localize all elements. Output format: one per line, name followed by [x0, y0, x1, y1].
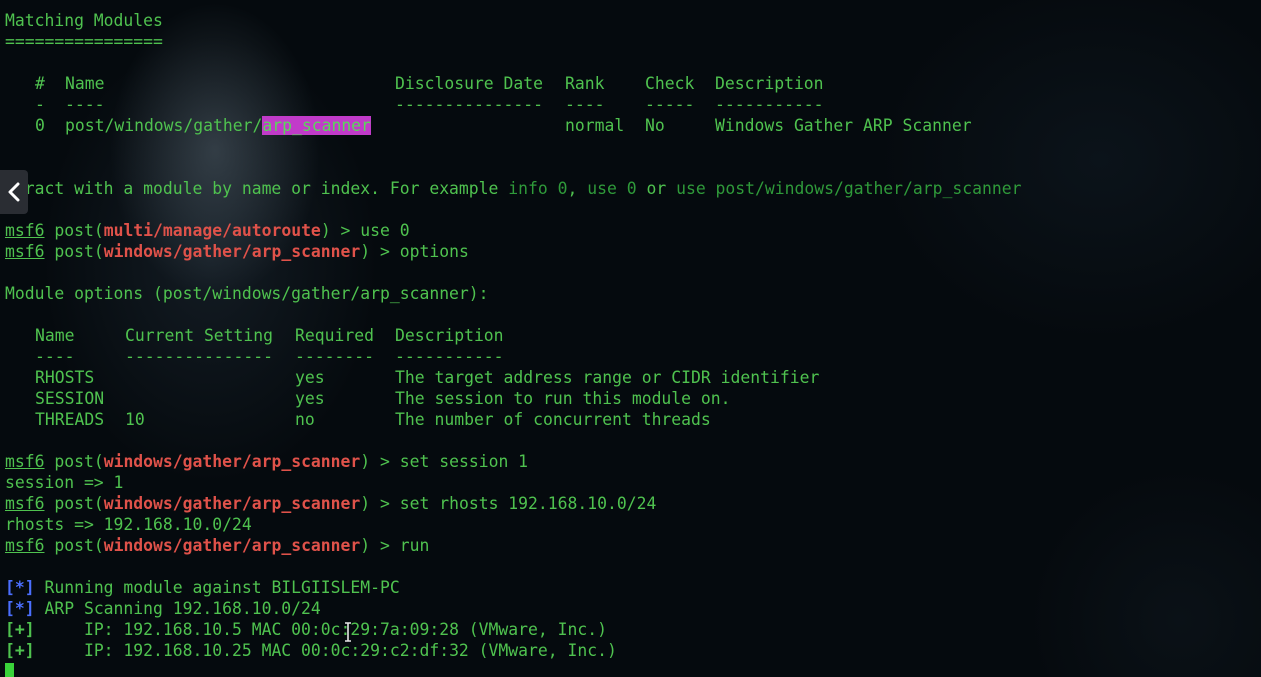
- modules-table-header: # Name Disclosure Date Rank Check Descri…: [35, 74, 824, 93]
- options-title: Module options (post/windows/gather/arp_…: [5, 284, 489, 303]
- output-line: [*] Running module against BILGIISLEM-PC: [5, 578, 400, 597]
- title-underline: ================: [5, 32, 163, 51]
- prompt-line: msf6 post(windows/gather/arp_scanner) > …: [5, 536, 430, 555]
- text-cursor-icon: [345, 622, 351, 642]
- command-result: session => 1: [5, 473, 124, 492]
- search-match-highlight: arp_scanner: [262, 116, 371, 135]
- command-result: rhosts => 192.168.10.0/24: [5, 515, 252, 534]
- table-row: RHOSTS yes The target address range or C…: [35, 368, 820, 387]
- modules-table-dashes: - ---- --------------- ---- ----- ------…: [35, 95, 824, 114]
- table-row: 0 post/windows/gather/arp_scanner normal…: [35, 116, 972, 135]
- prompt-line: msf6 post(windows/gather/arp_scanner) > …: [5, 452, 529, 471]
- module-name-prefix: post/windows/gather/: [65, 116, 263, 135]
- options-table-header: Name Current Setting Required Descriptio…: [35, 326, 504, 345]
- terminal-cursor: [5, 663, 14, 677]
- prompt-line: msf6 post(windows/gather/arp_scanner) > …: [5, 494, 657, 513]
- table-row: SESSION yes The session to run this modu…: [35, 389, 731, 408]
- output-line: [*] ARP Scanning 192.168.10.0/24: [5, 599, 321, 618]
- chevron-left-icon: [8, 182, 20, 202]
- prompt-line: msf6 post(multi/manage/autoroute) > use …: [5, 221, 410, 240]
- table-row: THREADS 10 no The number of concurrent t…: [35, 410, 711, 429]
- back-button[interactable]: [0, 170, 28, 214]
- output-line: [+] IP: 192.168.10.25 MAC 00:0c:29:c2:df…: [5, 641, 617, 660]
- output-line: [+] IP: 192.168.10.5 MAC 00:0c:29:7a:09:…: [5, 620, 607, 639]
- info-tag: [*]: [5, 599, 35, 618]
- interaction-hint: teract with a module by name or index. F…: [5, 179, 1022, 198]
- matching-modules-title: Matching Modules: [5, 11, 163, 30]
- success-tag: [+]: [5, 641, 35, 660]
- terminal[interactable]: Matching Modules ================ # Name…: [5, 10, 1261, 661]
- success-tag: [+]: [5, 620, 35, 639]
- prompt-line: msf6 post(windows/gather/arp_scanner) > …: [5, 242, 469, 261]
- info-tag: [*]: [5, 578, 35, 597]
- options-table-dashes: ---- --------------- -------- ----------…: [35, 347, 504, 366]
